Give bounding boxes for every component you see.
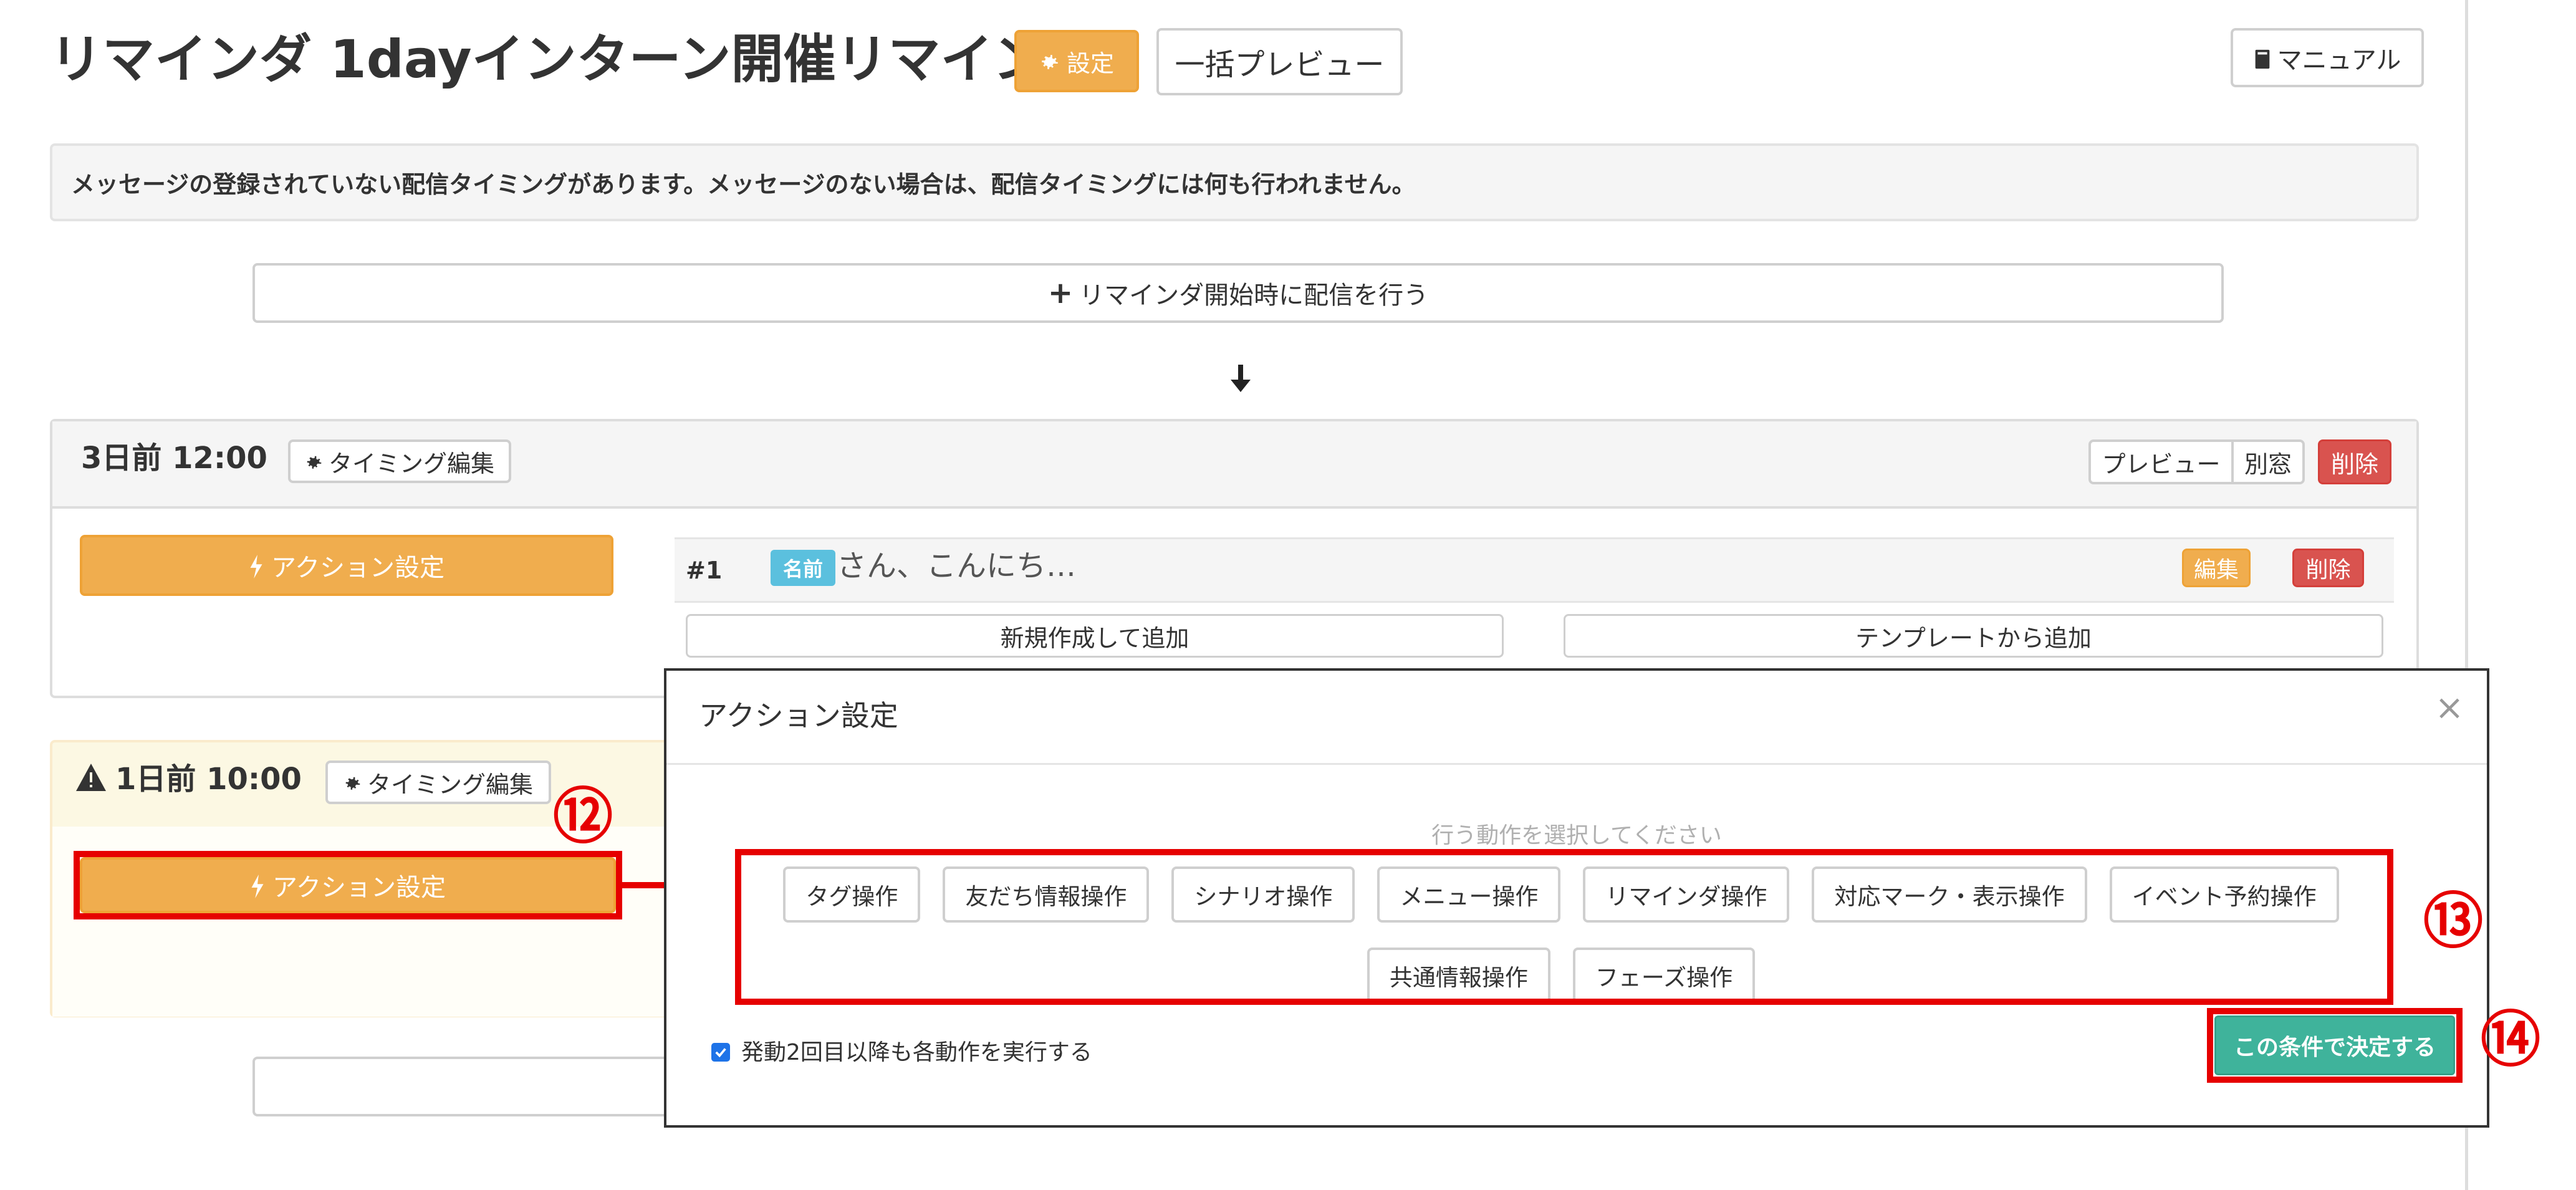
action-settings-button-2[interactable]: アクション設定 [80,857,616,913]
timing-time-2: 1日前 10:00 [115,762,302,797]
start-delivery-label: リマインダ開始時に配信を行う [1079,281,1429,310]
book-icon [2254,44,2271,72]
timing-edit-label-1: タイミング編集 [328,449,494,477]
step-12-marker: ⑫ [553,781,613,852]
message-edit-button[interactable]: 編集 [2182,549,2251,587]
message-preview-text: さん、こんにち… [837,549,1077,583]
add-from-template-button[interactable]: テンプレートから追加 [1564,614,2383,658]
highlight-box-13 [735,849,2393,1005]
timing-edit-button-2[interactable]: タイミング編集 [325,761,551,804]
modal-title: アクション設定 [699,699,898,732]
bottom-add-button[interactable] [252,1057,689,1116]
arrow-down-icon [1228,365,1253,396]
gear-icon [344,769,362,796]
manual-label: マニュアル [2277,46,2401,75]
gear-icon [1039,47,1060,75]
timing-edit-button-1[interactable]: タイミング編集 [288,439,511,483]
step-14-marker: ⑭ [2481,1004,2540,1075]
message-number: #1 [686,557,723,584]
preview-button[interactable]: プレビュー [2088,439,2234,484]
modal-header-divider [666,763,2487,765]
repeat-actions-checkbox[interactable] [711,1043,730,1062]
lightning-icon [250,871,265,900]
timing-delete-button-1[interactable]: 削除 [2318,439,2391,484]
settings-button[interactable]: 設定 [1014,30,1139,92]
action-settings-label-2: アクション設定 [272,873,446,902]
modal-hint: 行う動作を選択してください [1431,823,1722,848]
settings-label: 設定 [1066,49,1114,77]
separate-window-button[interactable]: 別窓 [2231,439,2305,484]
timing-edit-label-2: タイミング編集 [367,770,533,799]
timing-time-1: 3日前 12:00 [81,441,267,476]
bulk-preview-button[interactable]: 一括プレビュー [1156,28,1403,95]
action-settings-button-1[interactable]: アクション設定 [80,535,613,596]
manual-button[interactable]: マニュアル [2231,28,2424,87]
gear-icon [305,448,324,475]
warning-icon [76,764,106,791]
add-new-button[interactable]: 新規作成して追加 [686,614,1504,658]
action-settings-label-1: アクション設定 [271,554,445,582]
page-title: リマインダ 1dayインターン開催リマインド [50,29,1098,90]
message-delete-button[interactable]: 削除 [2292,549,2364,587]
step-13-marker: ⑬ [2423,886,2483,956]
plus-icon: + [1047,276,1074,310]
repeat-actions-label: 発動2回目以降も各動作を実行する [741,1040,1092,1065]
name-badge: 名前 [771,550,835,586]
lightning-icon [249,551,264,580]
confirm-button[interactable]: この条件で決定する [2214,1015,2455,1075]
start-delivery-button[interactable]: + リマインダ開始時に配信を行う [252,263,2224,323]
modal-close-button[interactable]: × [2431,689,2468,727]
warning-alert: メッセージの登録されていない配信タイミングがあります。メッセージのない場合は、配… [50,143,2419,221]
